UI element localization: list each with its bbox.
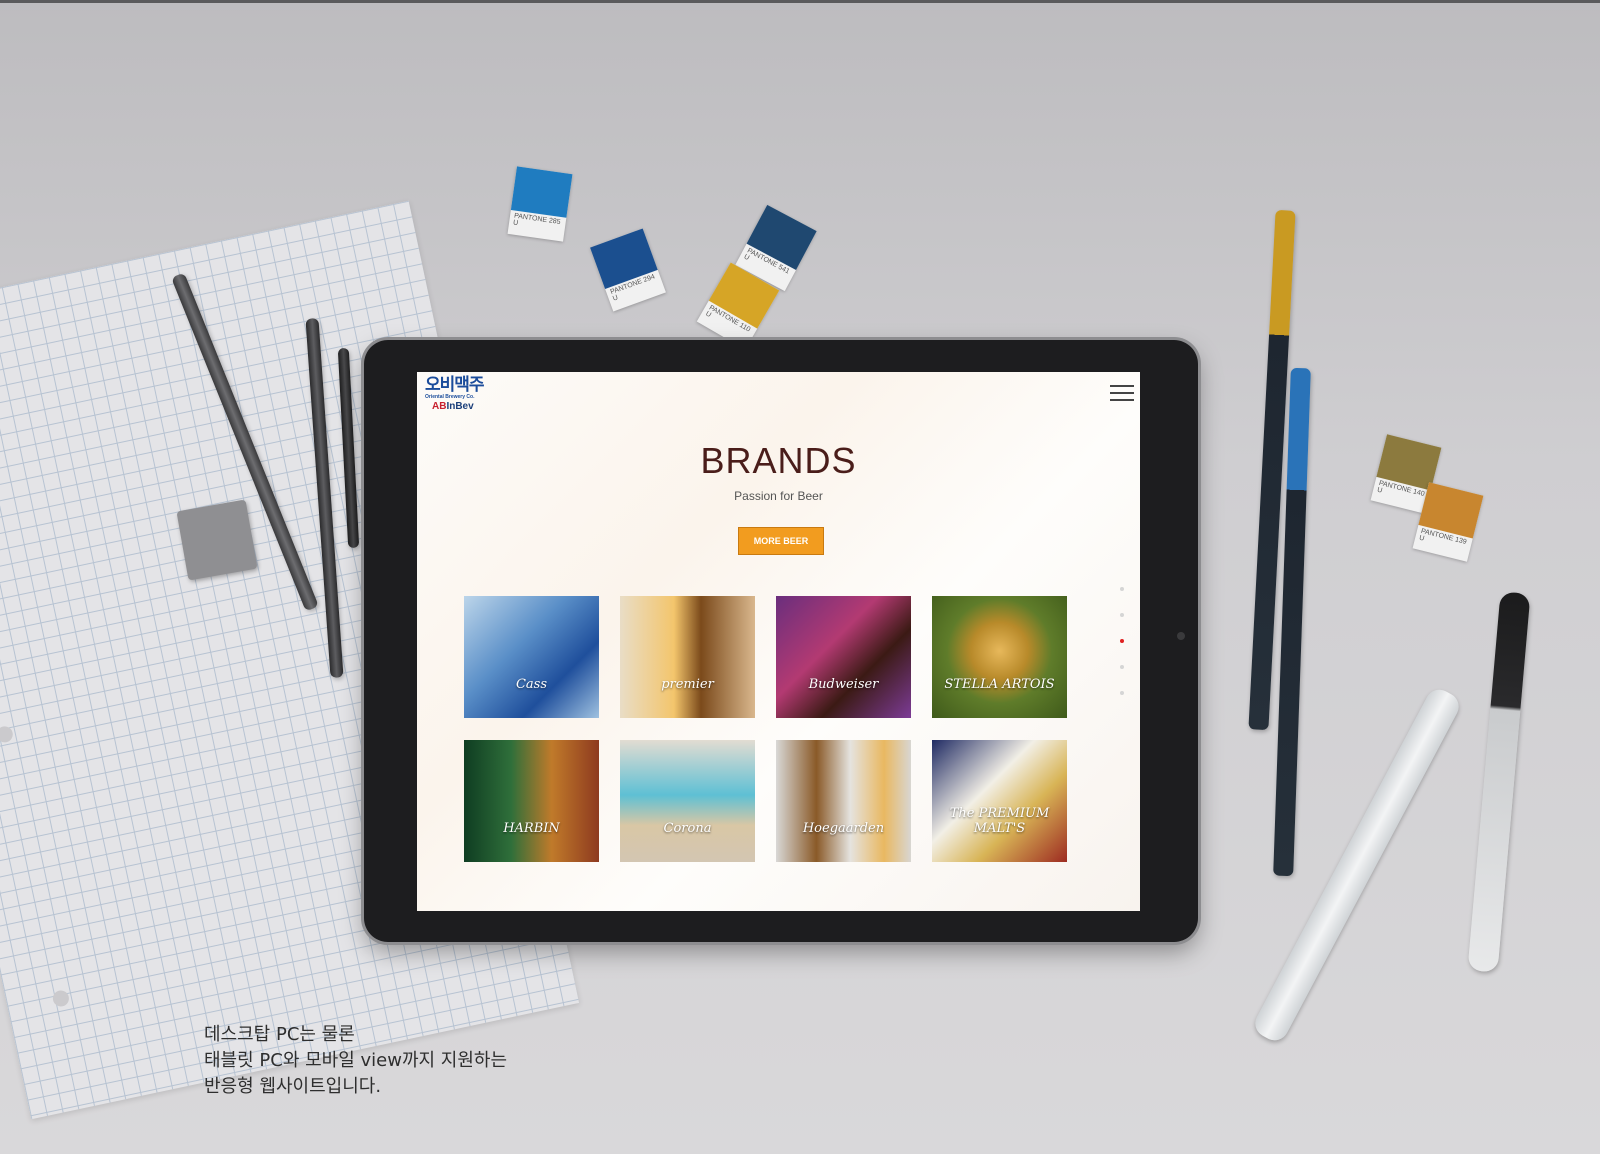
page-dot-1[interactable] [1120, 587, 1124, 591]
page-dot-4[interactable] [1120, 665, 1124, 669]
hamburger-menu-icon[interactable] [1110, 385, 1134, 403]
brand-thumbnail[interactable]: HARBIN [464, 740, 599, 862]
page-dot-3-active[interactable] [1120, 639, 1124, 643]
caption-line: 반응형 웹사이트입니다. [204, 1076, 382, 1097]
pantone-swatch: PANTONE 285 U [507, 166, 573, 242]
brand-thumbnail-label: Hoegaarden [802, 821, 885, 836]
brand-thumbnail[interactable]: Budweiser [776, 596, 911, 718]
brand-logo[interactable]: 오비맥주 Oriental Brewery Co. ABInBev [425, 376, 491, 416]
brand-thumbnail[interactable]: Cass [464, 596, 599, 718]
more-beer-button[interactable]: MORE BEER [738, 527, 824, 555]
tablet-device: 오비맥주 Oriental Brewery Co. ABInBev BRANDS… [364, 340, 1198, 942]
paper-hole [51, 988, 71, 1008]
caption-line: 데스크탑 PC는 물론 [204, 1024, 355, 1045]
brand-thumbnail-label: Budweiser [808, 677, 879, 692]
brand-thumbnail-label: STELLA ARTOIS [944, 677, 1055, 692]
logo-subtitle: Oriental Brewery Co. [425, 394, 475, 400]
logo-abinbev: ABInBev [425, 401, 491, 412]
tablet-screen: 오비맥주 Oriental Brewery Co. ABInBev BRANDS… [417, 372, 1140, 911]
page-indicator [1120, 587, 1128, 717]
logo-ab-red: AB [432, 401, 447, 412]
brand-thumbnail[interactable]: premier [620, 596, 755, 718]
brand-thumbnail[interactable]: STELLA ARTOIS [932, 596, 1067, 718]
logo-inbev: InBev [446, 401, 474, 412]
brand-thumbnail-label: premier [661, 677, 714, 692]
top-border [0, 0, 1600, 3]
brand-thumbnail-label: Corona [663, 821, 712, 836]
brand-thumbnail[interactable]: Hoegaarden [776, 740, 911, 862]
page-dot-2[interactable] [1120, 613, 1124, 617]
page-subtitle: Passion for Beer [734, 489, 823, 503]
caption-line: 태블릿 PC와 모바일 view까지 지원하는 [204, 1050, 508, 1071]
page-dot-5[interactable] [1120, 691, 1124, 695]
brand-thumbnail-label: The PREMIUM MALT'S [949, 806, 1050, 836]
pantone-swatch: PANTONE 294 U [590, 228, 666, 312]
tablet-camera [1177, 632, 1185, 640]
page-title: BRANDS [700, 440, 857, 481]
logo-korean-text: 오비맥주 [425, 375, 485, 395]
brand-thumbnail[interactable]: Corona [620, 740, 755, 862]
brand-thumbnail-label: Cass [515, 677, 548, 692]
sharpener [176, 499, 258, 581]
paper-hole [0, 724, 15, 744]
sharpie-marker [1467, 591, 1531, 973]
brand-thumbnail[interactable]: The PREMIUM MALT'S [932, 740, 1067, 862]
description-caption: 데스크탑 PC는 물론 태블릿 PC와 모바일 view까지 지원하는 반응형 … [204, 1022, 507, 1100]
brand-thumbnail-label: HARBIN [503, 821, 560, 836]
